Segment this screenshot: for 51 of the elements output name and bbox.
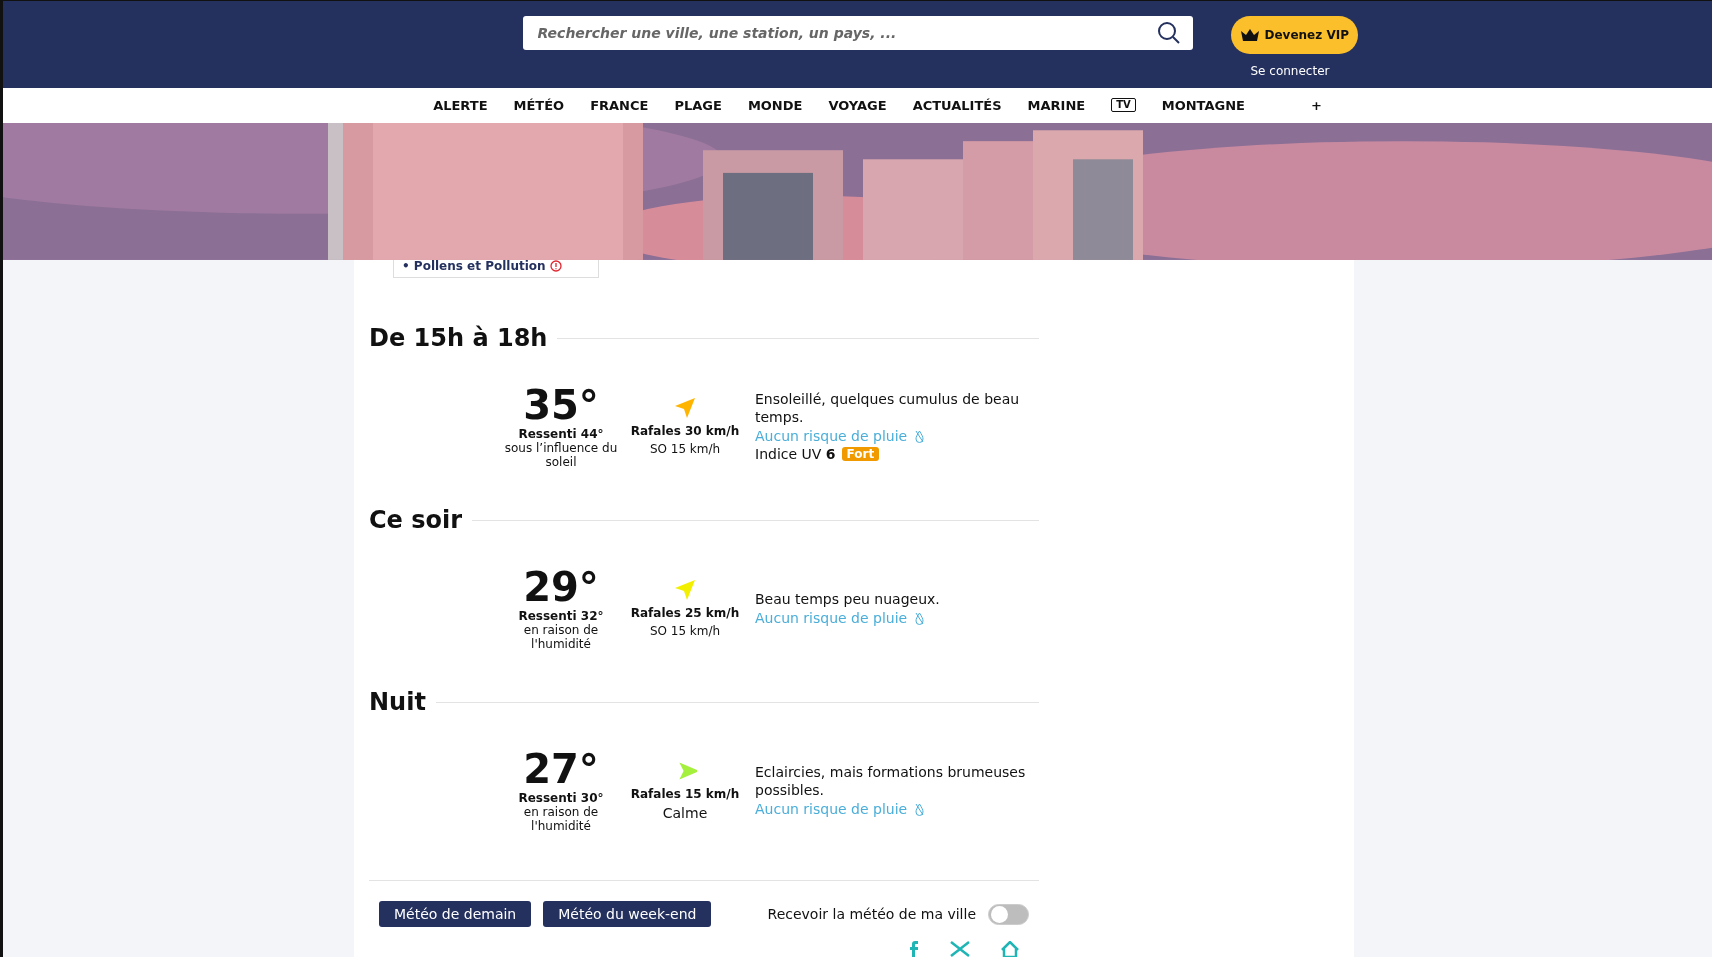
feels-reason: en raison de l'humidité xyxy=(522,805,600,833)
nav-link[interactable]: MONDE xyxy=(747,97,803,113)
wind-speed: SO 15 km/h xyxy=(649,442,721,456)
period-heading: Ce soir xyxy=(369,506,463,534)
feels-reason: en raison de l'humidité xyxy=(522,623,600,651)
forecast-button[interactable]: Météo du week-end xyxy=(543,901,712,927)
weather-description: Ensoleillé, quelques cumulus de beau temps. xyxy=(755,390,1021,426)
nav-link[interactable]: MÉTÉO xyxy=(513,97,565,113)
nav-link[interactable]: MONTAGNE xyxy=(1161,97,1245,113)
nav-link[interactable]: ACTUALITÉS xyxy=(912,97,1002,113)
subscribe-toggle[interactable] xyxy=(988,903,1029,925)
temperature: 27° xyxy=(523,747,599,791)
home-icon[interactable] xyxy=(1001,941,1019,957)
temperature: 35° xyxy=(523,383,599,427)
uv-label: Indice UV 6 xyxy=(755,446,836,462)
nav-link[interactable]: VOYAGE xyxy=(828,97,887,113)
facebook-icon[interactable] xyxy=(909,941,919,957)
feels-like: Ressenti 44° xyxy=(518,427,604,441)
crossed-drop-icon xyxy=(915,802,925,816)
crossed-drop-icon xyxy=(915,611,925,625)
nav-link[interactable]: ALERTE xyxy=(433,97,488,113)
wind-gusts: Rafales 25 km/h xyxy=(630,606,740,620)
search-icon[interactable] xyxy=(1156,21,1181,45)
forecast-button[interactable]: Météo de demain xyxy=(379,901,532,927)
wind-gusts: Rafales 15 km/h xyxy=(630,787,740,801)
nav-more-link[interactable]: + xyxy=(1310,97,1322,113)
uv-level: Fort xyxy=(841,447,880,461)
vip-button[interactable]: Devenez VIP xyxy=(1230,16,1358,54)
weather-description: Eclaircies, mais formations brumeuses possibles. xyxy=(755,763,1027,799)
subscribe-label: Recevoir la météo de ma ville xyxy=(767,906,976,922)
wind-speed: Calme xyxy=(662,805,708,821)
nav-link[interactable]: FRANCE xyxy=(590,97,649,113)
period-heading: Nuit xyxy=(369,688,426,716)
crossed-drop-icon xyxy=(915,429,925,443)
pollen-link[interactable]: • Pollens et Pollution xyxy=(402,260,546,272)
period-heading: De 15h à 18h xyxy=(369,324,548,352)
nav-link[interactable]: PLAGE xyxy=(674,97,722,113)
temperature: 29° xyxy=(523,565,599,609)
wind-speed: SO 15 km/h xyxy=(649,624,721,638)
nav-link[interactable]: MARINE xyxy=(1027,97,1086,113)
nav-tv-link[interactable]: TV xyxy=(1111,98,1136,113)
search-field[interactable]: Rechercher une ville, une station, un pays, ... xyxy=(522,16,1193,50)
feels-like: Ressenti 30° xyxy=(518,791,604,805)
feels-reason: sous l’influence du soleil xyxy=(503,441,619,469)
crown-icon xyxy=(1239,28,1260,42)
feels-like: Ressenti 32° xyxy=(518,609,604,623)
login-link[interactable]: Se connecter xyxy=(1250,64,1330,78)
alert-icon xyxy=(549,260,562,272)
x-icon[interactable] xyxy=(949,941,971,957)
wind-gusts: Rafales 30 km/h xyxy=(630,424,740,438)
weather-description: Beau temps peu nuageux. xyxy=(755,590,941,608)
